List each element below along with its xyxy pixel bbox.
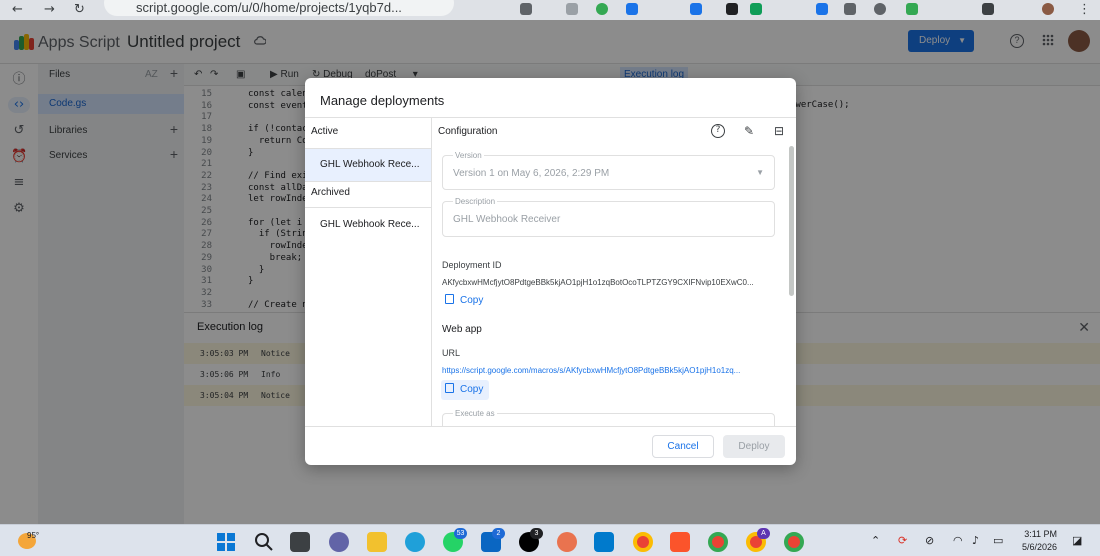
cancel-button[interactable]: Cancel — [652, 435, 714, 458]
profile-avatar[interactable] — [1042, 3, 1054, 15]
system-clock[interactable]: 3:11 PM 5/6/2026 — [1022, 528, 1057, 554]
battery-icon[interactable]: ▭ — [993, 534, 1003, 547]
chevron-up-icon[interactable]: ⌃ — [871, 534, 880, 547]
extension-icon[interactable] — [844, 3, 856, 15]
clock-date: 5/6/2026 — [1022, 542, 1058, 552]
configuration-label: Configuration — [438, 126, 498, 137]
extension-icon[interactable] — [816, 3, 828, 15]
brave-icon[interactable] — [670, 532, 690, 552]
configuration-panel: Configuration ? ✎ ⊟ Version Version 1 on… — [432, 117, 796, 426]
task-view-icon[interactable] — [290, 532, 310, 552]
vscode-icon[interactable] — [594, 532, 614, 552]
version-select[interactable]: Version Version 1 on May 6, 2026, 2:29 P… — [442, 151, 775, 190]
notifications-icon[interactable]: ◪ — [1072, 534, 1082, 547]
extension-icon[interactable] — [626, 3, 638, 15]
notification-badge: 2 — [492, 528, 505, 539]
deployment-item-archived[interactable]: GHL Webhook Rece... — [305, 209, 431, 241]
profile-badge: A — [757, 528, 770, 539]
active-label: Active — [311, 126, 339, 137]
copy-deployment-id-button[interactable]: Copy — [441, 291, 489, 311]
no-connection-icon[interactable]: ⊘ — [925, 534, 934, 547]
edge-icon[interactable] — [405, 532, 425, 552]
chrome-icon[interactable] — [633, 532, 653, 552]
copy-url-button[interactable]: Copy — [441, 380, 490, 400]
extension-icon[interactable] — [726, 3, 738, 15]
chrome-profile-icon[interactable] — [708, 532, 728, 552]
extension-icon[interactable] — [906, 3, 918, 15]
notification-badge: 53 — [454, 528, 467, 539]
search-icon[interactable] — [254, 532, 274, 552]
back-icon[interactable]: ← — [12, 2, 23, 17]
address-bar[interactable]: script.google.com/u/0/home/projects/1yqb… — [104, 0, 454, 16]
web-app-url-link[interactable]: https://script.google.com/macros/s/AKfyc… — [442, 366, 772, 375]
dialog-title: Manage deployments — [320, 93, 445, 108]
copy-label: Copy — [460, 295, 484, 306]
execute-as-select[interactable]: Execute as — [442, 409, 775, 426]
extension-icon[interactable] — [520, 3, 532, 15]
windows-taskbar: 95° 53 2 3 A ⌃ ⟳ ⊘ ◠ ♪ ▭ 3:11 PM 5/6/202… — [0, 524, 1100, 556]
cancel-label: Cancel — [667, 441, 699, 452]
scrollbar[interactable] — [789, 146, 794, 296]
archive-icon[interactable]: ⊟ — [772, 124, 786, 138]
extension-icon[interactable] — [566, 3, 578, 15]
edit-pencil-icon[interactable]: ✎ — [742, 124, 756, 138]
temperature: 95° — [27, 531, 40, 540]
extension-icon[interactable] — [596, 3, 608, 15]
reload-icon[interactable]: ↻ — [74, 2, 85, 17]
wifi-icon[interactable]: ◠ — [953, 534, 963, 547]
manage-deployments-dialog: Manage deployments Active GHL Webhook Re… — [305, 78, 796, 465]
description-value: GHL Webhook Receiver — [453, 214, 561, 225]
notification-badge: 3 — [530, 528, 543, 539]
chrome-profile-icon[interactable] — [784, 532, 804, 552]
help-icon[interactable]: ? — [711, 124, 725, 138]
teams-icon[interactable] — [329, 532, 349, 552]
deployment-id-label: Deployment ID — [442, 260, 502, 270]
deploy-label: Deploy — [738, 441, 770, 452]
clock-time: 3:11 PM — [1024, 529, 1058, 539]
deployment-name: GHL Webhook Rece... — [320, 219, 420, 230]
web-app-label: Web app — [442, 324, 482, 335]
url-label: URL — [442, 348, 461, 358]
file-explorer-icon[interactable] — [367, 532, 387, 552]
divider — [305, 207, 432, 208]
archived-label: Archived — [311, 187, 350, 198]
browser-top-bar: ← → ↻ script.google.com/u/0/home/project… — [0, 0, 1100, 20]
deploy-button-disabled[interactable]: Deploy — [723, 435, 785, 458]
windows-start-icon[interactable] — [216, 532, 236, 552]
extension-icon[interactable] — [750, 3, 762, 15]
sync-icon[interactable]: ⟳ — [898, 534, 907, 547]
copy-icon — [445, 383, 454, 393]
version-label: Version — [453, 151, 484, 160]
chevron-down-icon: ▼ — [756, 168, 764, 177]
extension-icon[interactable] — [874, 3, 886, 15]
copy-label: Copy — [460, 384, 484, 395]
divider — [305, 181, 432, 182]
deployment-name: GHL Webhook Rece... — [320, 159, 420, 170]
claude-icon[interactable] — [557, 532, 577, 552]
download-icon[interactable] — [982, 3, 994, 15]
deployment-item-active[interactable]: GHL Webhook Rece... — [305, 149, 431, 181]
volume-icon[interactable]: ♪ — [972, 534, 979, 547]
version-value: Version 1 on May 6, 2026, 2:29 PM — [453, 168, 610, 179]
dialog-footer: Cancel Deploy — [305, 426, 796, 465]
deployments-list: Active GHL Webhook Rece... Archived GHL … — [305, 117, 432, 426]
extension-icon[interactable] — [690, 3, 702, 15]
deployment-id-value: AKfycbxwHMcfjytO8PdtgeBBk5kjAO1pjH1o1zqB… — [442, 278, 754, 287]
description-label: Description — [453, 197, 498, 206]
description-field[interactable]: Description GHL Webhook Receiver — [442, 197, 775, 237]
copy-icon — [445, 294, 454, 304]
execute-as-label: Execute as — [453, 409, 497, 418]
address-bar-url: script.google.com/u/0/home/projects/1yqb… — [136, 0, 402, 15]
browser-menu-icon[interactable]: ⋮ — [1078, 2, 1091, 17]
forward-icon[interactable]: → — [44, 2, 55, 17]
